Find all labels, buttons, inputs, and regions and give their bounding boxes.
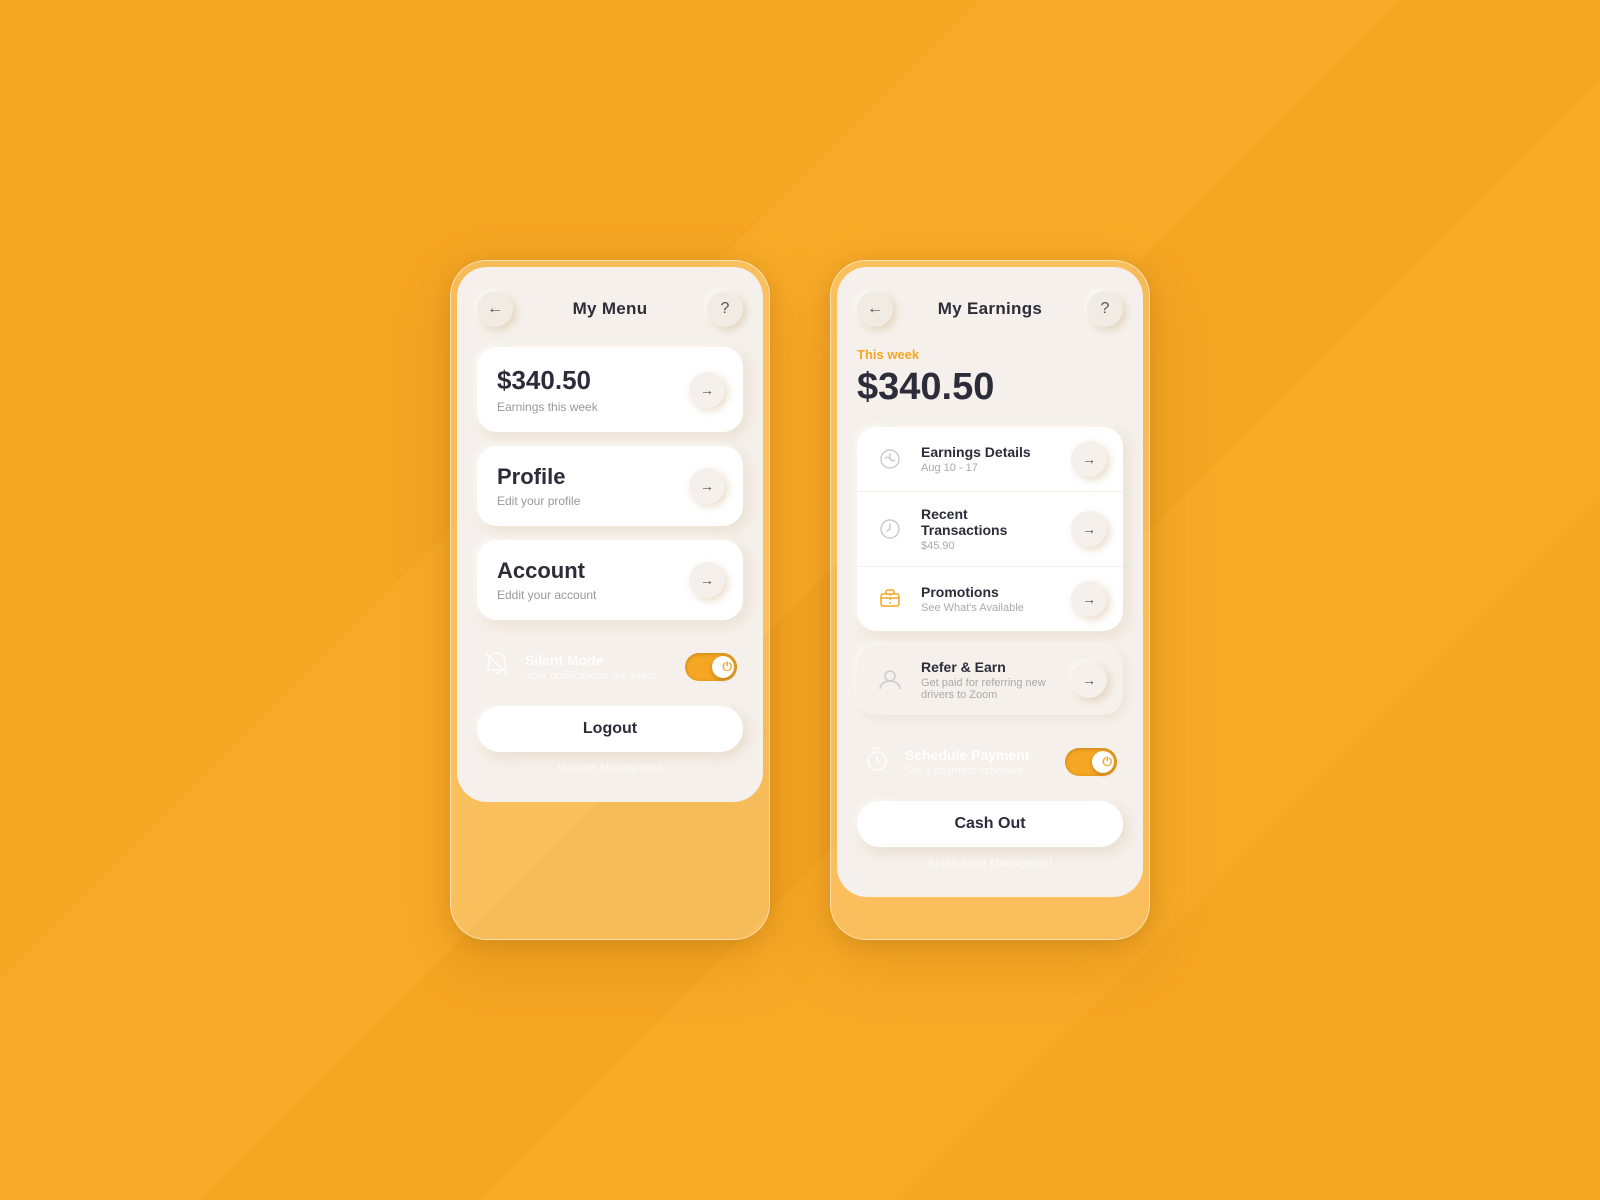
refer-earn-sub: Get paid for referring new drivers to Zo… — [921, 677, 1057, 701]
right-header-title: My Earnings — [938, 299, 1042, 319]
cash-out-button[interactable]: Cash Out — [857, 801, 1123, 847]
schedule-payment-sub: Set a payment schedule — [905, 765, 1051, 777]
earnings-details-item[interactable]: Earnings Details Aug 10 - 17 → — [857, 427, 1123, 492]
left-header: ← My Menu ? — [477, 291, 743, 327]
profile-subtitle: Edit your profile — [497, 494, 580, 508]
right-help-button[interactable]: ? — [1087, 291, 1123, 327]
account-title: Account — [497, 558, 596, 584]
recent-transactions-icon — [873, 512, 907, 546]
schedule-payment-row: Schedule Payment Set a payment schedule … — [857, 729, 1123, 795]
left-caption: Income Managment — [477, 762, 743, 774]
right-header: ← My Earnings ? — [857, 291, 1123, 327]
promotions-icon — [873, 582, 907, 616]
silent-mode-row: Silent Mode Your notifications are silen… — [477, 634, 743, 700]
schedule-payment-toggle[interactable]: ⏻ — [1065, 748, 1117, 776]
phones-container: ← My Menu ? $340.50 Earnings this week →… — [450, 260, 1150, 940]
promotions-title: Promotions — [921, 584, 1057, 600]
schedule-payment-label: Schedule Payment — [905, 747, 1051, 763]
promotions-arrow[interactable]: → — [1071, 581, 1107, 617]
refer-earn-icon — [873, 663, 907, 697]
silent-mode-label: Silent Mode — [525, 652, 671, 668]
account-arrow-btn[interactable]: → — [689, 562, 725, 598]
profile-arrow-btn[interactable]: → — [689, 468, 725, 504]
left-help-button[interactable]: ? — [707, 291, 743, 327]
total-earnings: $340.50 — [857, 366, 1123, 409]
silent-mode-toggle[interactable]: ⏻ — [685, 653, 737, 681]
refer-earn-card[interactable]: Refer & Earn Get paid for referring new … — [857, 645, 1123, 715]
right-back-button[interactable]: ← — [857, 291, 893, 327]
profile-card[interactable]: Profile Edit your profile → — [477, 446, 743, 526]
earnings-card[interactable]: $340.50 Earnings this week → — [477, 347, 743, 432]
silent-mode-sub: Your notifications are silent. — [525, 670, 671, 682]
earnings-arrow-btn[interactable]: → — [689, 372, 725, 408]
schedule-payment-icon — [863, 745, 891, 779]
recent-transactions-title: Recent Transactions — [921, 506, 1057, 538]
earnings-details-title: Earnings Details — [921, 444, 1057, 460]
earnings-subtitle: Earnings this week — [497, 400, 598, 414]
earnings-details-icon — [873, 442, 907, 476]
logout-button[interactable]: Logout — [477, 706, 743, 752]
profile-title: Profile — [497, 464, 580, 490]
earnings-details-arrow[interactable]: → — [1071, 441, 1107, 477]
promotions-item[interactable]: Promotions See What's Available → — [857, 567, 1123, 631]
recent-transactions-item[interactable]: Recent Transactions $45.90 → — [857, 492, 1123, 567]
account-subtitle: Eddit your account — [497, 588, 596, 602]
left-header-title: My Menu — [573, 299, 648, 319]
silent-mode-icon — [483, 650, 511, 684]
refer-earn-arrow[interactable]: → — [1071, 662, 1107, 698]
recent-transactions-arrow[interactable]: → — [1071, 511, 1107, 547]
right-caption: Application Managment — [857, 857, 1123, 869]
week-label: This week — [857, 347, 1123, 362]
account-card[interactable]: Account Eddit your account → — [477, 540, 743, 620]
refer-earn-title: Refer & Earn — [921, 659, 1057, 675]
left-back-button[interactable]: ← — [477, 291, 513, 327]
earnings-details-sub: Aug 10 - 17 — [921, 462, 1057, 474]
right-phone: ← My Earnings ? This week $340.50 — [830, 260, 1150, 940]
earnings-list-card: Earnings Details Aug 10 - 17 → Recent — [857, 427, 1123, 631]
recent-transactions-sub: $45.90 — [921, 540, 1057, 552]
left-phone: ← My Menu ? $340.50 Earnings this week →… — [450, 260, 770, 940]
promotions-sub: See What's Available — [921, 602, 1057, 614]
earnings-amount: $340.50 — [497, 365, 598, 396]
